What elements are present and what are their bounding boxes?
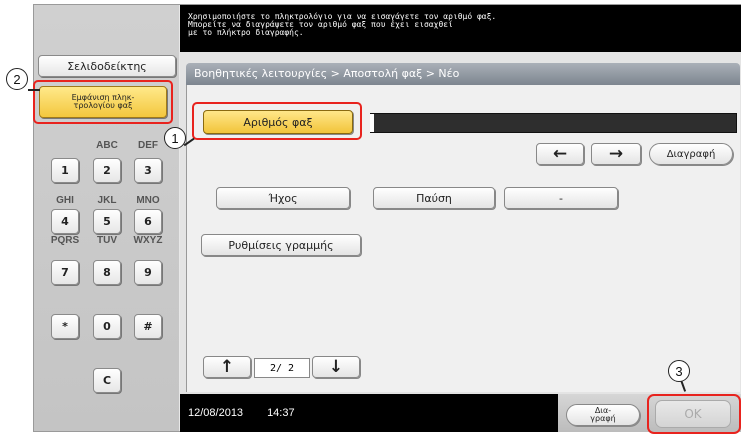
keypad-letters-3: DEF	[138, 140, 158, 151]
keypad-letters-5: JKL	[97, 195, 117, 206]
callout-2: 2	[6, 68, 28, 90]
keypad-letters-4: GHI	[56, 195, 74, 206]
pause-button[interactable]: Παύση	[373, 187, 495, 209]
instruction-message: Χρησιμοποιήστε το πληκτρολόγιο για να ει…	[180, 5, 741, 52]
clear-label-line2: γραφή	[590, 414, 616, 423]
keypad-letters-9: WXYZ	[133, 235, 163, 246]
fax-number-input[interactable]	[370, 113, 737, 133]
callout-3: 3	[668, 360, 690, 382]
highlight-box-fax-number	[192, 102, 362, 140]
keypad-key-1[interactable]: 1	[51, 158, 79, 183]
cursor-left-button[interactable]: ←	[536, 143, 584, 165]
keypad-letters-8: TUV	[97, 235, 117, 246]
clear-button[interactable]: Δια- γραφή	[566, 404, 640, 426]
status-time: 14:37	[267, 407, 295, 419]
keypad-key-9[interactable]: 9	[134, 260, 162, 285]
callout-1: 1	[164, 127, 186, 149]
keypad-key-8[interactable]: 8	[93, 260, 121, 285]
status-bar: 12/08/2013 14:37	[180, 394, 558, 432]
keypad-key-3[interactable]: 3	[134, 158, 162, 183]
keypad-key-star[interactable]: *	[51, 314, 79, 339]
callout-2-leader	[28, 89, 40, 91]
tone-button[interactable]: Ήχος	[216, 187, 350, 209]
delete-button[interactable]: Διαγραφή	[649, 143, 733, 165]
highlight-box-ok	[647, 394, 741, 434]
page-up-button[interactable]: ↑	[203, 356, 251, 378]
breadcrumb: Βοηθητικές λειτουργίες > Αποστολή φαξ > …	[186, 63, 740, 85]
line-settings-button[interactable]: Ρυθμίσεις γραμμής	[201, 234, 361, 256]
keypad-letters-2: ABC	[96, 140, 118, 151]
highlight-box-keyboard	[33, 80, 173, 124]
dash-button[interactable]: -	[504, 187, 618, 209]
input-cursor	[370, 114, 374, 132]
keypad-key-hash[interactable]: #	[134, 314, 162, 339]
keypad-letters-6: MNO	[136, 195, 160, 206]
status-date: 12/08/2013	[188, 407, 244, 419]
page-indicator: 2/ 2	[254, 358, 310, 378]
keypad-key-4[interactable]: 4	[51, 209, 79, 234]
keypad-key-5[interactable]: 5	[93, 209, 121, 234]
keypad-key-clear[interactable]: C	[93, 368, 121, 393]
page-down-button[interactable]: ↓	[312, 356, 360, 378]
keypad-key-7[interactable]: 7	[51, 260, 79, 285]
keypad-key-0[interactable]: 0	[93, 314, 121, 339]
keypad-letters-7: PQRS	[50, 235, 80, 246]
keypad-key-6[interactable]: 6	[134, 209, 162, 234]
index-button[interactable]: Σελιδοδείκτης	[38, 55, 176, 77]
keypad-key-2[interactable]: 2	[93, 158, 121, 183]
cursor-right-button[interactable]: →	[591, 143, 641, 165]
